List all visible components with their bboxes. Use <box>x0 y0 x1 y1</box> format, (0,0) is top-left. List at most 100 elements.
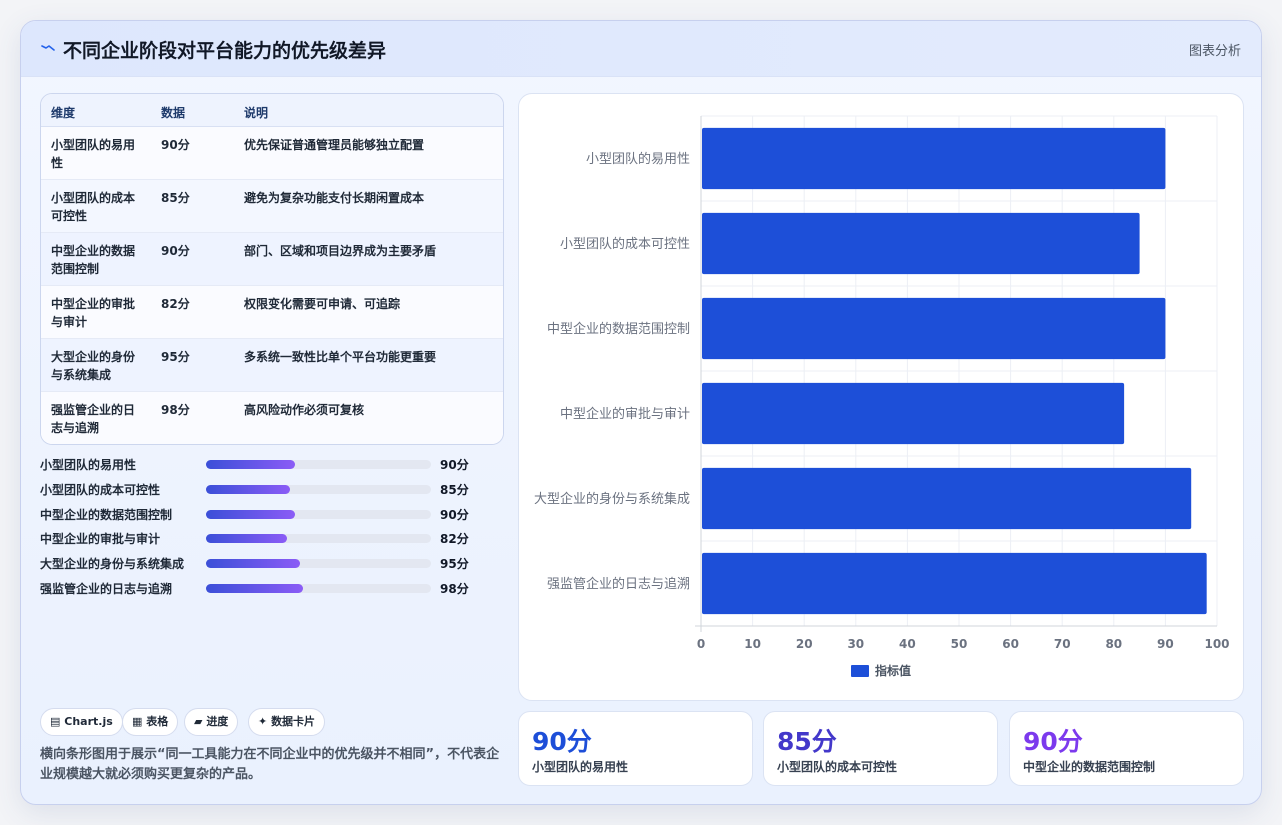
page-title: 不同企业阶段对平台能力的优先级差异 <box>63 40 387 62</box>
table-cell-data: 90分 <box>161 244 190 258</box>
y-tick-label: 小型团队的成本可控性 <box>560 236 690 252</box>
progress-item: 小型团队的易用性 90分 <box>40 455 490 473</box>
progress-fill <box>206 484 291 494</box>
y-tick-label: 强监管企业的日志与追溯 <box>547 576 690 592</box>
progress-item: 小型团队的成本可控性 85分 <box>40 480 490 498</box>
column-header-description: 说明 <box>244 106 269 120</box>
table-row: 大型企业的身份与系统集成 95分 多系统一致性比单个平台功能更重要 <box>41 339 503 392</box>
dashboard-card: 不同企业阶段对平台能力的优先级差异 图表分析 维度 数据 说明 小型团队的易用性… <box>20 20 1262 805</box>
bar <box>702 382 1125 445</box>
x-tick-label: 40 <box>899 637 916 651</box>
table-cell-data: 85分 <box>161 191 190 205</box>
y-tick-label: 大型企业的身份与系统集成 <box>534 491 690 507</box>
progress-fill <box>206 584 304 593</box>
progress-label: 中型企业的审批与审计 <box>40 532 161 547</box>
x-tick-label: 60 <box>1002 637 1019 651</box>
progress-fill <box>206 559 301 569</box>
progress-track <box>206 484 431 494</box>
progress-item: 中型企业的数据范围控制 90分 <box>40 505 490 523</box>
stat-value: 90分 <box>1023 727 1083 756</box>
bar <box>702 467 1192 530</box>
y-tick-label: 小型团队的易用性 <box>586 151 690 167</box>
column-header-data: 数据 <box>161 106 186 120</box>
x-tick-label: 100 <box>1204 637 1229 651</box>
table-cell-dimension: 中型企业的审批与审计 <box>51 297 136 329</box>
table-cell-description: 优先保证普通管理员能够独立配置 <box>244 138 425 152</box>
stat-label: 中型企业的数据范围控制 <box>1023 760 1156 774</box>
data-table: 维度 数据 说明 小型团队的易用性 90分 优先保证普通管理员能够独立配置 小型… <box>40 93 504 445</box>
bar <box>702 127 1166 190</box>
x-tick-label: 50 <box>951 637 968 651</box>
stat-value: 90分 <box>532 727 592 756</box>
y-tick-label: 中型企业的审批与审计 <box>560 406 690 422</box>
stat-label: 小型团队的成本可控性 <box>777 760 898 774</box>
table-cell-dimension: 强监管企业的日志与追溯 <box>51 403 136 435</box>
stat-card: 85分 小型团队的成本可控性 <box>763 711 998 786</box>
sparkle-icon: ✦ <box>258 715 268 728</box>
table-cell-description: 部门、区域和项目边界成为主要矛盾 <box>244 244 437 258</box>
table-cell-dimension: 大型企业的身份与系统集成 <box>51 350 136 382</box>
table-cell-description: 高风险动作必须可复核 <box>244 403 365 417</box>
progress-value: 98分 <box>440 582 469 596</box>
x-tick-label: 90 <box>1157 637 1174 651</box>
table-row: 小型团队的易用性 90分 优先保证普通管理员能够独立配置 <box>41 127 503 180</box>
progress-icon: ▰ <box>194 715 203 728</box>
progress-label: 中型企业的数据范围控制 <box>40 507 173 522</box>
bar-chart-svg: 小型团队的易用性小型团队的成本可控性中型企业的数据范围控制中型企业的审批与审计大… <box>534 115 1230 678</box>
table-row: 小型团队的成本可控性 85分 避免为复杂功能支付长期闲置成本 <box>41 180 503 233</box>
progress-value: 90分 <box>440 458 469 472</box>
stat-card: 90分 小型团队的易用性 <box>518 711 753 786</box>
chart-icon: ▤ <box>50 715 61 728</box>
bar <box>702 212 1140 275</box>
bar-chart: 小型团队的易用性小型团队的成本可控性中型企业的数据范围控制中型企业的审批与审计大… <box>518 93 1244 701</box>
progress-item: 中型企业的审批与审计 82分 <box>40 529 490 547</box>
progress-label: 大型企业的身份与系统集成 <box>40 557 185 572</box>
bar <box>702 552 1207 615</box>
x-tick-label: 70 <box>1054 637 1071 651</box>
progress-value: 82分 <box>440 532 469 547</box>
table-cell-description: 多系统一致性比单个平台功能更重要 <box>244 350 437 364</box>
table-cell-data: 90分 <box>161 138 190 152</box>
table-cell-dimension: 中型企业的数据范围控制 <box>51 244 136 276</box>
table-cell-description: 权限变化需要可申请、可追踪 <box>244 297 401 311</box>
progress-label: 强监管企业的日志与追溯 <box>40 582 173 596</box>
progress-fill <box>206 534 288 544</box>
stat-value: 85分 <box>777 727 837 756</box>
stat-card: 90分 中型企业的数据范围控制 <box>1009 711 1244 786</box>
tag-chartjs[interactable]: ▤ Chart.js <box>40 708 123 736</box>
header: 不同企业阶段对平台能力的优先级差异 图表分析 <box>21 21 1261 77</box>
tag-table[interactable]: ▦ 表格 <box>122 708 179 736</box>
x-tick-label: 0 <box>697 637 705 651</box>
table-cell-data: 95分 <box>161 350 190 364</box>
table-row: 强监管企业的日志与追溯 98分 高风险动作必须可复核 <box>41 392 503 444</box>
x-tick-label: 20 <box>796 637 813 651</box>
table-header: 维度 数据 说明 <box>41 94 503 127</box>
progress-item: 大型企业的身份与系统集成 95分 <box>40 554 490 572</box>
chart-analysis-link[interactable]: 图表分析 <box>1189 40 1241 59</box>
column-header-dimension: 维度 <box>51 106 76 120</box>
legend-label: 指标值 <box>875 663 911 678</box>
progress-value: 95分 <box>440 557 469 572</box>
progress-label: 小型团队的易用性 <box>40 458 137 472</box>
progress-track <box>206 584 431 593</box>
stat-label: 小型团队的易用性 <box>532 760 629 774</box>
x-tick-label: 10 <box>744 637 761 651</box>
bar <box>702 297 1166 360</box>
table-row: 中型企业的审批与审计 82分 权限变化需要可申请、可追踪 <box>41 286 503 339</box>
progress-fill <box>206 509 296 519</box>
tag-progress[interactable]: ▰ 进度 <box>184 708 239 736</box>
table-cell-description: 避免为复杂功能支付长期闲置成本 <box>244 191 425 205</box>
legend-swatch <box>851 665 869 677</box>
x-tick-label: 80 <box>1105 637 1122 651</box>
chart-note: 横向条形图用于展示“同一工具能力在不同企业中的优先级并不相同”，不代表企业规模越… <box>40 747 500 782</box>
table-cell-data: 82分 <box>161 297 190 311</box>
table-cell-dimension: 小型团队的成本可控性 <box>51 191 136 223</box>
table-icon: ▦ <box>132 715 143 728</box>
tag-data-card[interactable]: ✦ 数据卡片 <box>248 708 326 736</box>
table-cell-dimension: 小型团队的易用性 <box>51 138 136 170</box>
progress-track <box>206 509 431 519</box>
progress-value: 90分 <box>440 507 469 522</box>
progress-fill <box>206 460 296 469</box>
table-row: 中型企业的数据范围控制 90分 部门、区域和项目边界成为主要矛盾 <box>41 233 503 286</box>
y-tick-label: 中型企业的数据范围控制 <box>547 321 690 337</box>
